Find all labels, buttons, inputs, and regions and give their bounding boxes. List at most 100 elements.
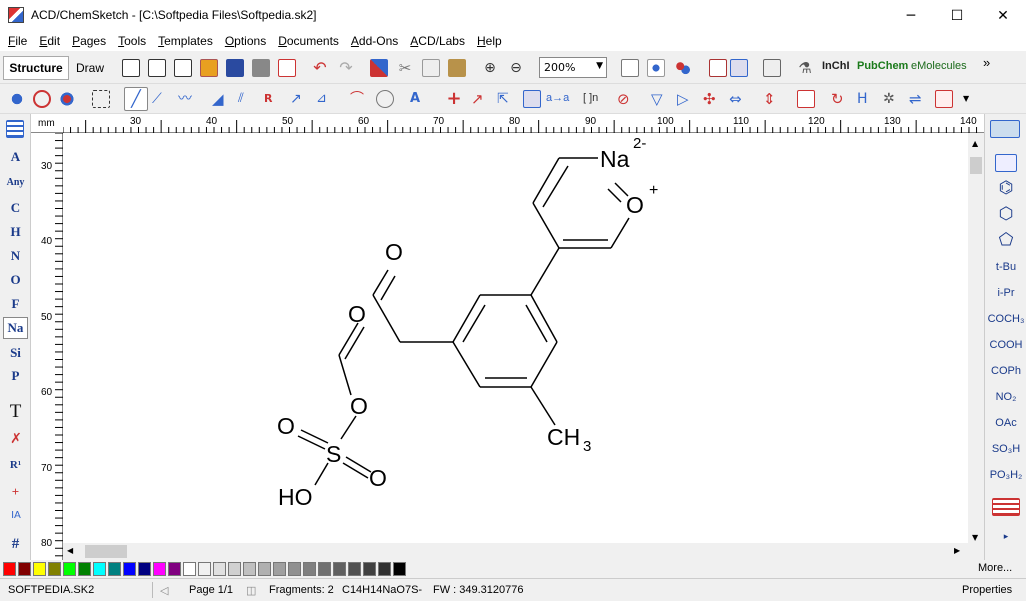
atom-properties-icon[interactable]: IA <box>7 507 25 525</box>
3d-structure-icon[interactable]: ✲ <box>883 90 901 108</box>
select-atom-icon[interactable] <box>8 90 26 108</box>
arrow-bond-icon[interactable]: ↗ <box>290 90 308 108</box>
delete-page-icon[interactable] <box>174 59 192 77</box>
save-icon[interactable] <box>226 59 244 77</box>
select-rect-icon[interactable] <box>92 90 110 108</box>
menu-file[interactable]: File <box>2 34 33 48</box>
atom-button-na[interactable]: Na <box>3 317 28 339</box>
color-swatch[interactable] <box>378 562 391 576</box>
atom-button-f[interactable]: F <box>3 293 28 315</box>
vertical-scroll-thumb[interactable] <box>970 157 982 174</box>
panel-scroll-icon[interactable]: ▸ <box>988 524 1024 548</box>
color-swatch[interactable] <box>303 562 316 576</box>
color-swatch[interactable] <box>333 562 346 576</box>
template-i-pr[interactable]: i-Pr <box>988 281 1024 305</box>
brackets-button[interactable]: [ ]n <box>583 92 598 104</box>
menu-add-ons[interactable]: Add-Ons <box>345 34 404 48</box>
print-icon[interactable] <box>252 59 270 77</box>
reaction-arrow-icon[interactable]: ↗ <box>471 90 489 108</box>
wedge-bond-icon[interactable]: ◢ <box>212 90 230 108</box>
template-table-icon[interactable] <box>995 154 1017 172</box>
color-swatch[interactable] <box>63 562 76 576</box>
hydrogen-icon[interactable]: H <box>857 90 875 108</box>
color-swatch[interactable] <box>393 562 406 576</box>
template-po3h2[interactable]: PO₃H₂ <box>988 463 1024 487</box>
horizontal-scrollbar[interactable]: ◀ ▶ <box>63 543 968 560</box>
refresh-icon[interactable]: ↻ <box>831 90 849 108</box>
template-no2[interactable]: NO₂ <box>988 385 1024 409</box>
color-swatch[interactable] <box>183 562 196 576</box>
flask-icon[interactable]: ⚗ <box>796 59 814 77</box>
r-group-button[interactable]: R¹ <box>3 454 28 476</box>
menu-help[interactable]: Help <box>471 34 508 48</box>
toolbar-overflow-icon[interactable]: » <box>983 55 990 70</box>
mapping-icon[interactable]: ⇱ <box>497 90 515 108</box>
move-icon[interactable] <box>58 90 76 108</box>
3d-viewer-icon[interactable] <box>621 59 639 77</box>
charge-button[interactable]: + <box>3 481 28 503</box>
paste-icon[interactable] <box>448 59 466 77</box>
rotate-icon[interactable] <box>33 90 51 108</box>
atom-label-icon[interactable]: A <box>410 90 428 108</box>
menu-documents[interactable]: Documents <box>272 34 345 48</box>
cyclohexane-template-icon[interactable]: ⬡ <box>988 202 1024 226</box>
color-swatch[interactable] <box>348 562 361 576</box>
table-icon[interactable] <box>730 59 748 77</box>
draw-continuous-icon[interactable]: ╱ <box>124 87 148 111</box>
color-swatch[interactable] <box>48 562 61 576</box>
template-window-icon[interactable] <box>990 120 1020 138</box>
mirror-icon[interactable]: ✣ <box>703 90 721 108</box>
template-cooh[interactable]: COOH <box>988 333 1024 357</box>
molecule-view-icon[interactable] <box>673 59 691 77</box>
menu-edit[interactable]: Edit <box>33 34 66 48</box>
color-swatch[interactable] <box>3 562 16 576</box>
color-swatch[interactable] <box>138 562 151 576</box>
color-swatch[interactable] <box>318 562 331 576</box>
undo-icon[interactable]: ↶ <box>311 59 329 77</box>
atom-button-p[interactable]: P <box>3 365 28 387</box>
flip-down-icon[interactable]: ▽ <box>651 90 669 108</box>
group-icon[interactable] <box>797 90 815 108</box>
menu-options[interactable]: Options <box>219 34 272 48</box>
menu-tools[interactable]: Tools <box>112 34 152 48</box>
template-t-bu[interactable]: t-Bu <box>988 255 1024 279</box>
open-icon[interactable] <box>200 59 218 77</box>
color-swatch[interactable] <box>288 562 301 576</box>
color-swatch[interactable] <box>153 562 166 576</box>
color-swatch[interactable] <box>33 562 46 576</box>
text-tool-button[interactable]: T <box>3 401 28 423</box>
scroll-right-icon[interactable]: ▶ <box>954 546 960 555</box>
close-button[interactable]: ✕ <box>980 0 1026 31</box>
pdf-icon[interactable] <box>278 59 296 77</box>
atom-button-c[interactable]: C <box>3 197 28 219</box>
tautomer-icon[interactable]: ⇌ <box>909 90 927 108</box>
redo-icon[interactable]: ↷ <box>337 59 355 77</box>
reaction-table-icon[interactable] <box>523 90 541 108</box>
draw-chain-icon[interactable]: 〰 <box>178 90 196 108</box>
color-swatch[interactable] <box>273 562 286 576</box>
atom-button-si[interactable]: Si <box>3 342 28 364</box>
minimize-button[interactable]: ─ <box>888 0 934 31</box>
color-swatch[interactable] <box>123 562 136 576</box>
flip-vertical-icon[interactable]: ⇕ <box>763 90 781 108</box>
user-templates-icon[interactable] <box>992 498 1020 516</box>
properties-button[interactable]: Properties <box>962 584 1012 596</box>
3d-optimize-icon[interactable] <box>647 59 665 77</box>
ring-icon[interactable] <box>376 90 394 108</box>
color-swatch[interactable] <box>168 562 181 576</box>
delete-atom-icon[interactable]: ✗ <box>7 430 25 448</box>
toolbar2-overflow-icon[interactable]: ▼ <box>963 94 981 112</box>
horizontal-scroll-thumb[interactable] <box>85 545 127 558</box>
copy-page-icon[interactable] <box>148 59 166 77</box>
color-swatch[interactable] <box>108 562 121 576</box>
scroll-up-icon[interactable]: ▲ <box>972 139 978 148</box>
dictionary-icon[interactable] <box>763 59 781 77</box>
more-colors-button[interactable]: More... <box>978 562 1012 574</box>
color-swatch[interactable] <box>258 562 271 576</box>
atom-button-a[interactable]: A <box>3 146 28 168</box>
menu-pages[interactable]: Pages <box>66 34 112 48</box>
chart-icon[interactable] <box>709 59 727 77</box>
draw-mode-button[interactable]: Draw <box>71 56 109 80</box>
atom-map-button[interactable]: a→a <box>546 92 569 104</box>
app-icon[interactable] <box>8 7 24 23</box>
